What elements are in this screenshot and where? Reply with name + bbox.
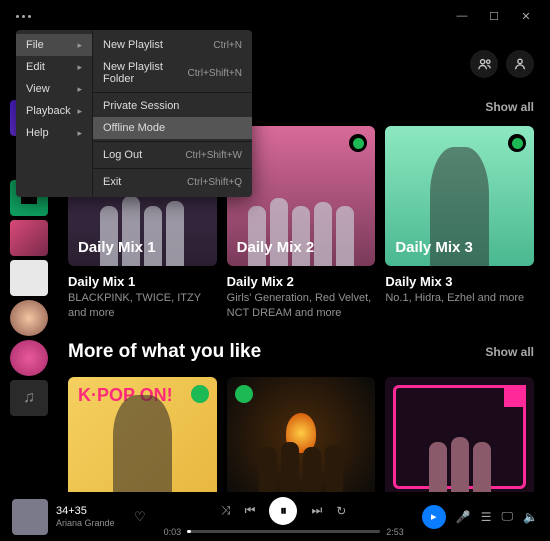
like-button[interactable]: ♡ [134,509,146,525]
now-playing-title[interactable]: 34+35 [56,505,124,517]
card-subtitle: Girls' Generation, Red Velvet, NCT DREAM… [227,291,376,321]
repeat-button[interactable]: ↻ [336,504,346,518]
profile-button[interactable] [506,50,534,78]
menu-item-exit[interactable]: ExitCtrl+Shift+Q [93,171,252,193]
close-button[interactable]: ✕ [510,2,542,30]
menu-submenu: New PlaylistCtrl+NNew Playlist FolderCtr… [92,30,252,197]
card-title: Daily Mix 1 [68,274,217,289]
now-playing-artist[interactable]: Ariana Grande [56,518,124,528]
menu-item-edit[interactable]: Edit▸ [16,56,92,78]
menu-item-help[interactable]: Help▸ [16,122,92,144]
card-overlay-label: Daily Mix 2 [237,239,315,256]
queue-button[interactable]: ☰ [481,510,492,524]
shuffle-button[interactable]: ⤨ [221,503,231,518]
menu-item-view[interactable]: View▸ [16,78,92,100]
spotify-icon [508,134,526,152]
card-overlay-label: Daily Mix 1 [78,239,156,256]
now-playing-info: 34+35 Ariana Grande [56,505,124,528]
sidebar-music-icon[interactable]: ♫ [10,380,48,416]
devices-button[interactable]: 🖵 [501,509,513,524]
spotify-icon [349,134,367,152]
menu-item-new-playlist-folder[interactable]: New Playlist FolderCtrl+Shift+N [93,56,252,90]
menu-item-log-out[interactable]: Log OutCtrl+Shift+W [93,144,252,166]
sidebar-playlist-thumb[interactable] [10,220,48,256]
card-overlay-label: Daily Mix 3 [395,239,473,256]
maximize-button[interactable]: ☐ [478,2,510,30]
menu-top-level: File▸Edit▸View▸Playback▸Help▸ [16,30,92,197]
now-playing-view-button[interactable]: ▸ [422,505,446,529]
playlist-card[interactable]: K·POP ON! [68,377,217,492]
elapsed-time: 0:03 [164,527,182,537]
sidebar-playlist-thumb[interactable] [10,260,48,296]
menu-item-playback[interactable]: Playback▸ [16,100,92,122]
card-title: Daily Mix 2 [227,274,376,289]
window-controls: — ☐ ✕ [446,2,542,30]
section-title: More of what you like [68,341,261,363]
menu-item-new-playlist[interactable]: New PlaylistCtrl+N [93,34,252,56]
spotify-icon [235,385,253,403]
friends-button[interactable] [470,50,498,78]
playlist-card[interactable] [227,377,376,492]
sidebar-playlist-thumb[interactable] [10,340,48,376]
minimize-button[interactable]: — [446,2,478,30]
player-bar: 34+35 Ariana Grande ♡ ⤨ ⏮ ⏸ ⏭ ↻ 0:03 2:5… [0,492,550,541]
menu-item-offline-mode[interactable]: Offline Mode [93,117,252,139]
volume-button[interactable]: 🔈 [523,510,538,524]
progress-bar[interactable] [187,530,380,533]
total-time: 2:53 [386,527,404,537]
card-subtitle: No.1, Hidra, Ezhel and more [385,291,534,306]
app-menu: File▸Edit▸View▸Playback▸Help▸ New Playli… [16,30,252,197]
more-row: K·POP ON! [68,377,534,492]
app-menu-dots[interactable] [8,15,31,18]
play-pause-button[interactable]: ⏸ [269,497,297,525]
show-all-link[interactable]: Show all [485,100,534,114]
spotify-icon [191,385,209,403]
titlebar: — ☐ ✕ [0,0,550,32]
menu-item-file[interactable]: File▸ [16,34,92,56]
show-all-link[interactable]: Show all [485,345,534,359]
sidebar-playlist-thumb[interactable] [10,300,48,336]
lyrics-button[interactable]: 🎤 [456,510,471,524]
daily-mix-card[interactable]: Daily Mix 3 Daily Mix 3 No.1, Hidra, Ezh… [385,126,534,321]
playlist-card[interactable] [385,377,534,492]
previous-button[interactable]: ⏮ [245,503,256,518]
next-button[interactable]: ⏭ [311,503,322,518]
card-title: Daily Mix 3 [385,274,534,289]
menu-item-private-session[interactable]: Private Session [93,95,252,117]
now-playing-art[interactable] [12,499,48,535]
card-subtitle: BLACKPINK, TWICE, ITZY and more [68,291,217,321]
